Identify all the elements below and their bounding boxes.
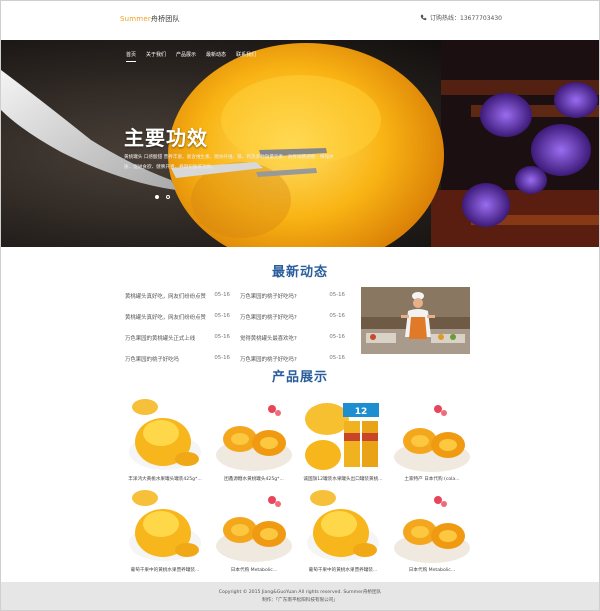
product-image bbox=[392, 397, 472, 475]
news-item[interactable]: 万色果园的桃子好吃吗? 05-16 bbox=[240, 355, 345, 363]
product-caption: 丰泽鸿大黄桃水果罐头罐装425g*... bbox=[128, 477, 202, 482]
slider-dot-1[interactable] bbox=[155, 195, 159, 199]
product-image bbox=[214, 397, 294, 475]
news-section-title: 最新动态 bbox=[271, 265, 328, 280]
news-date: 05-16 bbox=[214, 333, 230, 340]
news-date: 05-16 bbox=[214, 291, 230, 298]
hotline-text: 订购热线：13677703430 bbox=[430, 15, 502, 22]
product-caption: 团鑫源糖水黄桃罐头425g*... bbox=[224, 477, 284, 482]
svg-text:12: 12 bbox=[355, 407, 368, 417]
product-image bbox=[214, 488, 294, 566]
slider-dot-2[interactable] bbox=[166, 195, 170, 199]
news-title: 万色果园的桃子好吃吗? bbox=[240, 314, 297, 321]
product-card[interactable]: 日本代购 Metabolic... bbox=[214, 488, 294, 576]
product-image bbox=[303, 488, 383, 566]
news-title: 觉得黄桃罐头最喜欢吃? bbox=[240, 335, 297, 342]
slider-dots bbox=[155, 195, 170, 199]
product-card[interactable]: 日本代购 Metabolic... bbox=[392, 488, 472, 576]
news-item[interactable]: 黄桃罐头真好吃，网友们纷纷点赞 05-16 bbox=[125, 292, 230, 300]
product-caption: 葡萄干果中的黄桃水果营养罐装... bbox=[308, 568, 378, 573]
logo-text-cn: 舟桥团队 bbox=[150, 15, 180, 23]
product-image bbox=[125, 488, 205, 566]
news-row: 黄桃罐头真好吃，网友们纷纷点赞 05-16 万色果园的桃子好吃吗? 05-16 bbox=[125, 285, 355, 306]
products-section-title: 产品展示 bbox=[271, 370, 328, 385]
news-date: 05-16 bbox=[329, 354, 345, 361]
product-image bbox=[392, 488, 472, 566]
nav-about[interactable]: 关于我们 bbox=[146, 51, 166, 62]
nav-home[interactable]: 首页 bbox=[126, 51, 137, 62]
footer-copyright: Copyright © 2015 Jiang&GuoYuan All right… bbox=[218, 590, 382, 595]
chef-photo bbox=[361, 287, 470, 354]
top-header: Summer舟桥团队 订购热线：13677703430 bbox=[0, 0, 600, 40]
site-logo[interactable]: Summer舟桥团队 bbox=[120, 14, 180, 24]
product-image: 12 bbox=[303, 397, 383, 475]
news-row: 黄桃罐头真好吃，网友们纷纷点赞 05-16 万色果园的桃子好吃吗? 05-16 bbox=[125, 306, 355, 327]
product-caption: 土家特产 日本代购 (cola... bbox=[404, 477, 460, 482]
news-row: 万色果园的黄桃罐头正式上线 05-16 觉得黄桃罐头最喜欢吃? 05-16 bbox=[125, 327, 355, 348]
product-card[interactable]: 葡萄干果中的黄桃水果营养罐装... bbox=[125, 488, 205, 576]
news-item[interactable]: 万色果园的桃子好吃吗? 05-16 bbox=[240, 292, 345, 300]
logo-text-en: Summer bbox=[120, 15, 151, 23]
product-card[interactable]: 丰泽鸿大黄桃水果罐头罐装425g*... bbox=[125, 397, 205, 485]
product-card[interactable]: 团鑫源糖水黄桃罐头425g*... bbox=[214, 397, 294, 485]
hero-title: 主要功效 bbox=[124, 126, 208, 150]
news-date: 05-16 bbox=[214, 312, 230, 319]
hero-banner: 首页 关于我们 产品展示 最新动态 联系我们 主要功效 黄桃罐头 口感酸甜 营养… bbox=[1, 40, 599, 247]
news-title: 黄桃罐头真好吃，网友们纷纷点赞 bbox=[125, 293, 206, 300]
phone-icon bbox=[420, 14, 427, 21]
main-nav: 首页 关于我们 产品展示 最新动态 联系我们 bbox=[126, 51, 266, 62]
product-card[interactable]: 土家特产 日本代购 (cola... bbox=[392, 397, 472, 485]
product-caption: 葡萄干果中的黄桃水果营养罐装... bbox=[130, 568, 200, 573]
news-item[interactable]: 万色果园的桃子好吃吗? 05-16 bbox=[240, 313, 345, 321]
product-card[interactable]: 葡萄干果中的黄桃水果营养罐装... bbox=[303, 488, 383, 576]
news-chef-image[interactable] bbox=[361, 287, 470, 354]
nav-products[interactable]: 产品展示 bbox=[176, 51, 196, 62]
news-date: 05-16 bbox=[329, 312, 345, 319]
product-image bbox=[125, 397, 205, 475]
nav-contact[interactable]: 联系我们 bbox=[236, 51, 256, 62]
product-grid: 丰泽鸿大黄桃水果罐头罐装425g*... 团鑫源糖水黄桃罐头425g*... 1… bbox=[125, 397, 473, 576]
hotline: 订购热线：13677703430 bbox=[420, 13, 502, 22]
news-date: 05-16 bbox=[329, 291, 345, 298]
news-item[interactable]: 觉得黄桃罐头最喜欢吃? 05-16 bbox=[240, 334, 345, 342]
site-footer: Copyright © 2015 Jiang&GuoYuan All right… bbox=[0, 582, 600, 611]
news-title: 万色果园的黄桃罐头正式上线 bbox=[125, 335, 196, 342]
product-caption: 诚国旗12罐装水果罐头出口罐装黄桃... bbox=[303, 477, 383, 482]
product-caption: 日本代购 Metabolic... bbox=[408, 568, 456, 573]
news-date: 05-16 bbox=[214, 354, 230, 361]
news-date: 05-16 bbox=[329, 333, 345, 340]
footer-credit: 制作：「广东南平松阳科技有限公司」 bbox=[262, 598, 338, 603]
news-title: 万色果园的桃子好吃吗 bbox=[125, 356, 179, 363]
nav-news[interactable]: 最新动态 bbox=[206, 51, 226, 62]
news-item[interactable]: 黄桃罐头真好吃，网友们纷纷点赞 05-16 bbox=[125, 313, 230, 321]
news-title: 黄桃罐头真好吃，网友们纷纷点赞 bbox=[125, 314, 206, 321]
news-title: 万色果园的桃子好吃吗? bbox=[240, 293, 297, 300]
news-item[interactable]: 万色果园的桃子好吃吗 05-16 bbox=[125, 355, 230, 363]
news-item[interactable]: 万色果园的黄桃罐头正式上线 05-16 bbox=[125, 334, 230, 342]
product-card[interactable]: 12 诚国旗12罐装水果罐头出口罐装黄桃... bbox=[303, 397, 383, 485]
product-caption: 日本代购 Metabolic... bbox=[230, 568, 278, 573]
banner-peach-image bbox=[1, 40, 599, 247]
news-list: 黄桃罐头真好吃，网友们纷纷点赞 05-16 万色果园的桃子好吃吗? 05-16 黄桃… bbox=[125, 285, 355, 369]
hero-description: 黄桃罐头 口感酸甜 营养丰富，富含维生素、膳食纤维、铁、钙及多种微量元素，具有润… bbox=[124, 155, 334, 170]
news-title: 万色果园的桃子好吃吗? bbox=[240, 356, 297, 363]
